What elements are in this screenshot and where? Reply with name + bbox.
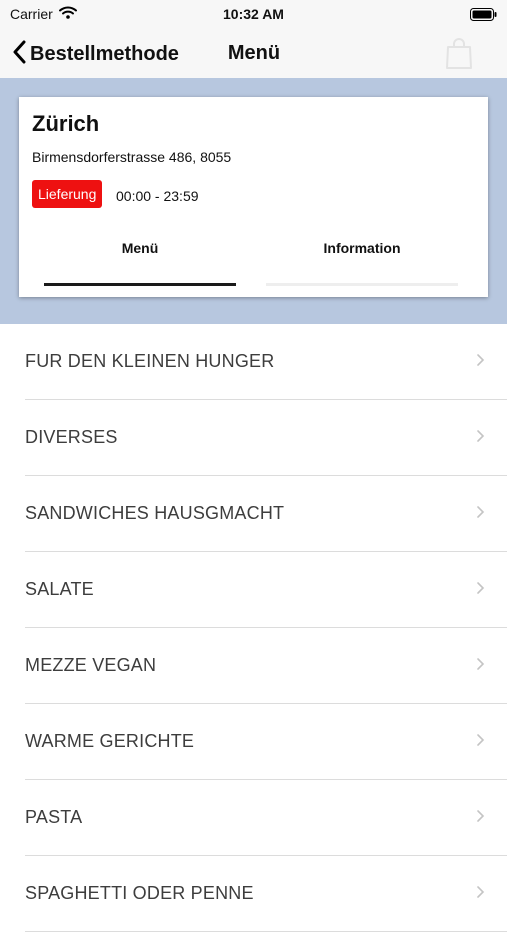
chevron-left-icon: [12, 40, 26, 69]
tab-menu[interactable]: Menü: [44, 240, 236, 256]
navigation-bar: Bestellmethode Menü: [0, 30, 507, 79]
chevron-right-icon: [476, 505, 485, 524]
clock: 10:32 AM: [223, 6, 284, 22]
list-item-label: PASTA: [25, 807, 83, 827]
page-title: Menü: [227, 42, 281, 64]
list-item-label: SPAGHETTI ODER PENNE: [25, 883, 254, 903]
tab-menu-indicator: [44, 283, 236, 286]
tab-information-indicator: [266, 283, 458, 286]
shopping-bag-icon[interactable]: [445, 38, 473, 75]
store-card: Zürich Birmensdorferstrasse 486, 8055 Li…: [19, 97, 488, 297]
list-item-label: WARME GERICHTE: [25, 731, 195, 751]
chevron-right-icon: [476, 581, 485, 600]
chevron-right-icon: [476, 885, 485, 904]
list-item[interactable]: FUR DEN KLEINEN HUNGER: [25, 324, 507, 400]
store-header: Zürich Birmensdorferstrasse 486, 8055 Li…: [0, 78, 507, 324]
list-item-label: SALATE: [25, 579, 94, 599]
chevron-right-icon: [476, 809, 485, 828]
list-item[interactable]: SALATE: [25, 552, 507, 628]
list-item[interactable]: WARME GERICHTE: [25, 704, 507, 780]
back-button[interactable]: Bestellmethode: [12, 40, 179, 69]
chevron-right-icon: [476, 733, 485, 752]
list-item-label: FUR DEN KLEINEN HUNGER: [25, 351, 275, 371]
chevron-right-icon: [476, 353, 485, 372]
chevron-right-icon: [476, 657, 485, 676]
list-item-label: DIVERSES: [25, 427, 118, 447]
tab-information[interactable]: Information: [266, 240, 458, 256]
list-item-label: SANDWICHES HAUSGMACHT: [25, 503, 285, 523]
category-list: FUR DEN KLEINEN HUNGER DIVERSES SANDWICH…: [0, 324, 507, 932]
delivery-badge: Lieferung: [32, 180, 103, 208]
list-item-label: MEZZE VEGAN: [25, 655, 157, 675]
list-item[interactable]: SANDWICHES HAUSGMACHT: [25, 476, 507, 552]
store-name: Zürich: [32, 111, 100, 136]
back-button-label: Bestellmethode: [30, 43, 179, 65]
battery-icon: [470, 8, 497, 24]
list-item[interactable]: SPAGHETTI ODER PENNE: [25, 856, 507, 932]
store-address: Birmensdorferstrasse 486, 8055: [32, 149, 232, 165]
status-bar: Carrier 10:32 AM: [0, 0, 507, 30]
list-item[interactable]: DIVERSES: [25, 400, 507, 476]
chevron-right-icon: [476, 429, 485, 448]
opening-hours: 00:00 - 23:59: [116, 188, 199, 204]
list-item[interactable]: PASTA: [25, 780, 507, 856]
list-item[interactable]: MEZZE VEGAN: [25, 628, 507, 704]
